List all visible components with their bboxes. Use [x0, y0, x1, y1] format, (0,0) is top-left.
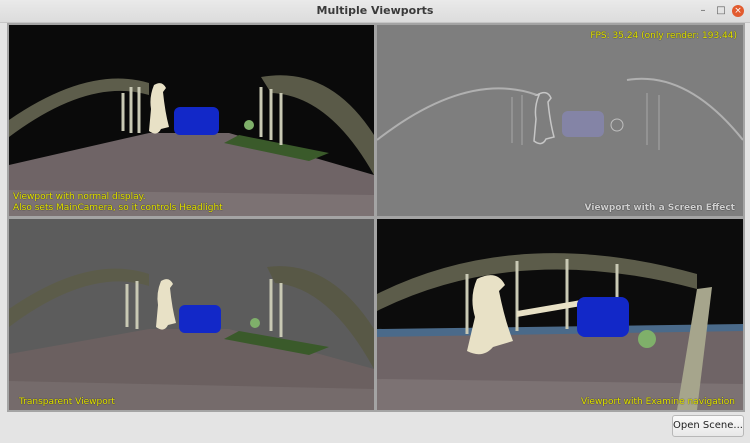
scene-render-transparent: [9, 219, 374, 410]
maximize-button[interactable]: □: [715, 5, 727, 17]
scene-render-normal: [9, 25, 374, 216]
viewport-screen-effect-label: Viewport with a Screen Effect: [584, 203, 735, 213]
viewport-normal-label-line1: Viewport with normal display.: [13, 192, 146, 202]
scene-render-screen-effect: [377, 25, 743, 216]
viewport-examine[interactable]: Viewport with Examine navigation: [377, 219, 743, 410]
fps-counter: FPS: 35.24 (only render: 193.44): [590, 31, 737, 41]
app-window: Multiple Viewports – □ × Viewport with n…: [0, 0, 750, 443]
viewport-transparent[interactable]: Transparent Viewport: [9, 219, 374, 410]
title-bar[interactable]: Multiple Viewports – □ ×: [0, 0, 750, 23]
close-button[interactable]: ×: [732, 5, 744, 17]
viewport-examine-label: Viewport with Examine navigation: [580, 397, 735, 407]
viewport-transparent-label: Transparent Viewport: [19, 397, 115, 407]
window-title: Multiple Viewports: [316, 4, 434, 17]
viewport-normal-label-line2: Also sets MainCamera, so it controls Hea…: [13, 203, 223, 213]
viewports-area: Viewport with normal display. Also sets …: [7, 23, 745, 412]
bottom-bar: Open Scene...: [0, 413, 750, 443]
open-scene-button[interactable]: Open Scene...: [672, 415, 744, 437]
scene-render-examine: [377, 219, 743, 410]
viewport-normal[interactable]: Viewport with normal display. Also sets …: [9, 25, 374, 216]
minimize-button[interactable]: –: [697, 5, 709, 17]
viewport-screen-effect[interactable]: FPS: 35.24 (only render: 193.44) Viewpor…: [377, 25, 743, 216]
